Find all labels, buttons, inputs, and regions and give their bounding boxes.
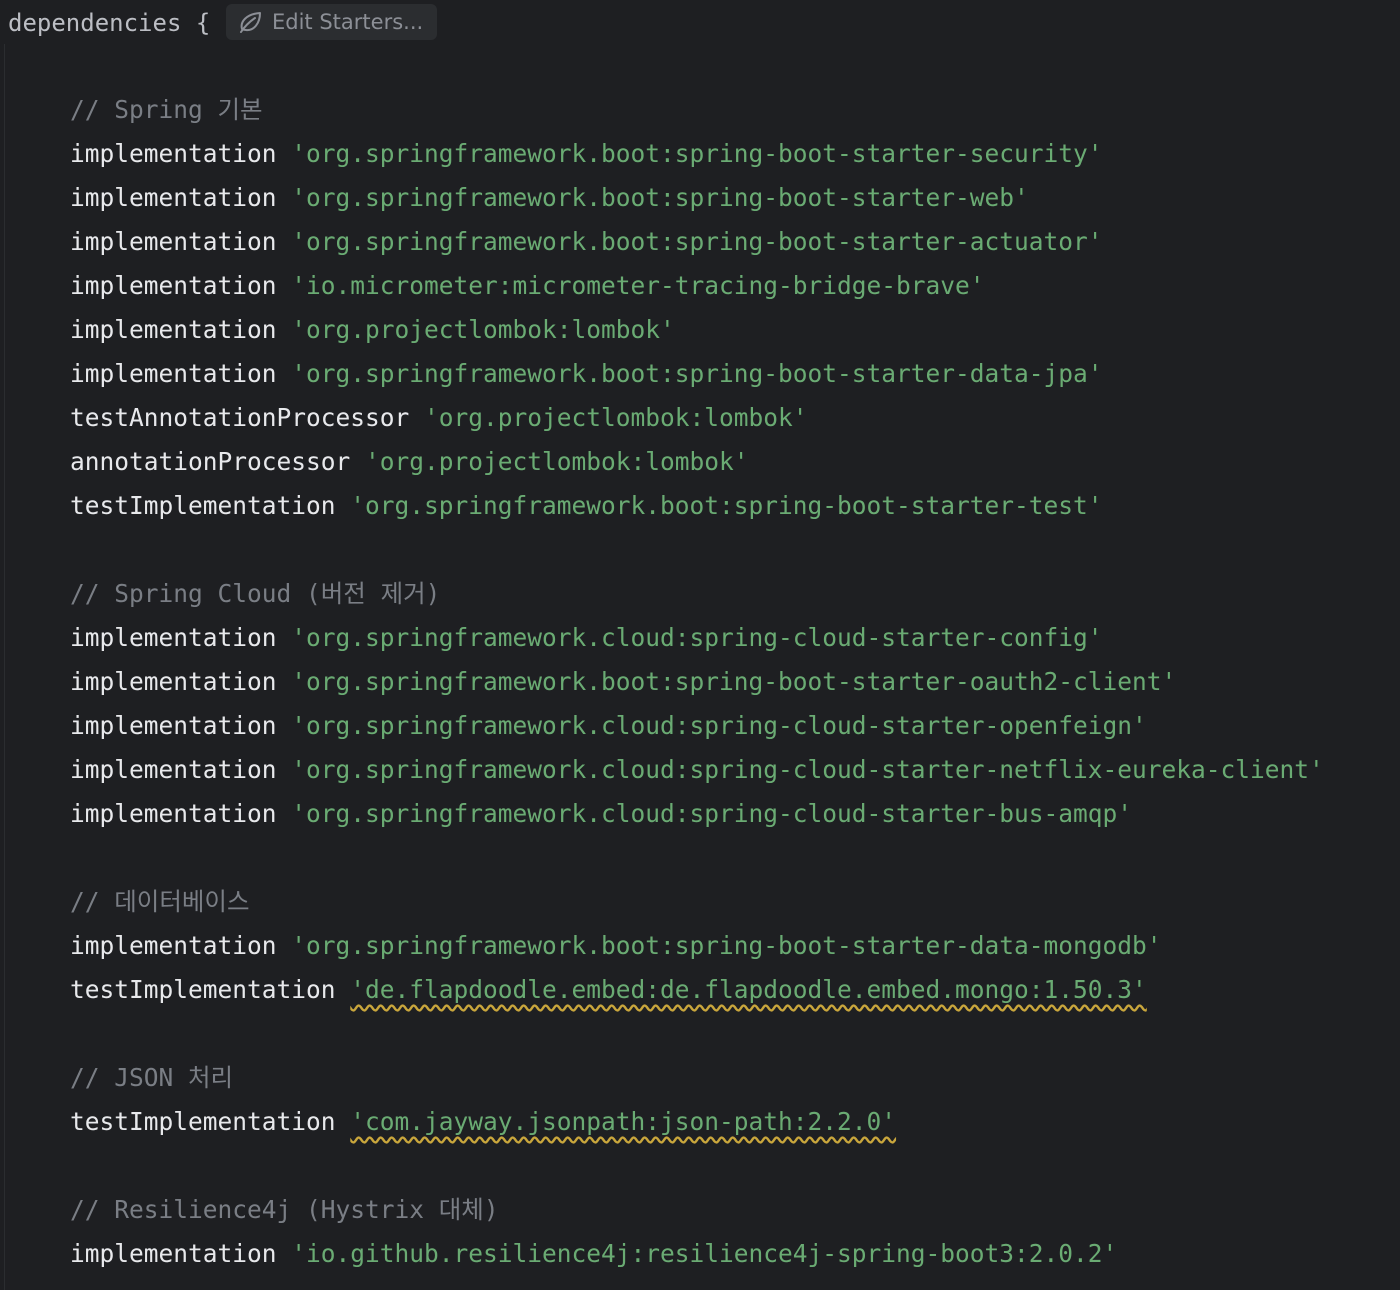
dependency-configuration: annotationProcessor [70,447,351,476]
dependency-line[interactable]: testImplementation 'com.jayway.jsonpath:… [70,1100,1324,1144]
dependency-configuration: implementation [70,667,277,696]
dependency-line[interactable]: implementation 'org.springframework.boot… [70,924,1324,968]
dependency-line[interactable]: implementation 'org.springframework.clou… [70,748,1324,792]
dependency-coordinate: 'org.projectlombok:lombok' [424,403,808,432]
blank-line[interactable] [70,1144,1324,1188]
dependency-line[interactable]: implementation 'org.springframework.clou… [70,616,1324,660]
dependency-coordinate: 'org.springframework.boot:spring-boot-st… [291,359,1103,388]
dependency-coordinate: 'org.springframework.boot:spring-boot-st… [291,227,1103,256]
code-editor-body[interactable]: // Spring 기본 implementation 'org.springfr… [70,88,1324,1276]
dependency-line[interactable]: implementation 'org.projectlombok:lombok… [70,308,1324,352]
dependency-configuration: implementation [70,799,277,828]
dependency-configuration: implementation [70,139,277,168]
dependency-line[interactable]: implementation 'org.springframework.boot… [70,352,1324,396]
comment-text: // Spring 기본 [70,95,263,124]
dependency-coordinate: 'org.springframework.boot:spring-boot-st… [291,931,1162,960]
open-brace: { [195,9,211,37]
dependency-configuration: implementation [70,711,277,740]
dependency-configuration: implementation [70,227,277,256]
dependency-line[interactable]: implementation 'io.micrometer:micrometer… [70,264,1324,308]
dependency-coordinate: 'io.github.resilience4j:resilience4j-spr… [291,1239,1118,1268]
indent-guide [4,44,5,1290]
dependency-configuration: implementation [70,271,277,300]
dependency-line[interactable]: implementation 'org.springframework.boot… [70,660,1324,704]
dependency-configuration: testImplementation [70,975,336,1004]
dependency-coordinate: 'org.springframework.cloud:spring-cloud-… [291,623,1103,652]
dependency-coordinate: 'org.springframework.cloud:spring-cloud-… [291,799,1133,828]
dependency-configuration: implementation [70,315,277,344]
dependency-line[interactable]: testImplementation 'org.springframework.… [70,484,1324,528]
comment-text: // 데이터베이스 [70,887,250,916]
dependency-coordinate: 'org.projectlombok:lombok' [291,315,675,344]
comment-line[interactable]: // Spring 기본 [70,88,1324,132]
dependency-configuration: implementation [70,755,277,784]
comment-line[interactable]: // Spring Cloud (버전 제거) [70,572,1324,616]
spring-leaf-icon [240,12,261,33]
dependencies-block-opener[interactable]: dependencies { [8,8,210,38]
blank-line[interactable] [70,836,1324,880]
dependency-coordinate: 'org.projectlombok:lombok' [365,447,749,476]
dependency-configuration: implementation [70,183,277,212]
dependency-coordinate-warning: 'com.jayway.jsonpath:json-path:2.2.0' [350,1107,897,1136]
dependency-configuration: testAnnotationProcessor [70,403,410,432]
dependency-line[interactable]: implementation 'org.springframework.clou… [70,792,1324,836]
edit-starters-label: Edit Starters... [272,10,424,34]
dependency-configuration: testImplementation [70,491,336,520]
dependency-coordinate: 'org.springframework.cloud:spring-cloud-… [291,755,1324,784]
dependency-line[interactable]: implementation 'org.springframework.clou… [70,704,1324,748]
dependency-configuration: implementation [70,1239,277,1268]
dependency-line[interactable]: implementation 'io.github.resilience4j:r… [70,1232,1324,1276]
comment-text: // JSON 처리 [70,1063,234,1092]
dependency-line[interactable]: testAnnotationProcessor 'org.projectlomb… [70,396,1324,440]
blank-line[interactable] [70,1012,1324,1056]
dependency-line[interactable]: annotationProcessor 'org.projectlombok:l… [70,440,1324,484]
edit-starters-button[interactable]: Edit Starters... [226,4,438,40]
comment-line[interactable]: // 데이터베이스 [70,880,1324,924]
dependency-line[interactable]: implementation 'org.springframework.boot… [70,176,1324,220]
dependency-configuration: implementation [70,931,277,960]
dependency-coordinate: 'org.springframework.boot:spring-boot-st… [291,667,1177,696]
comment-text: // Spring Cloud (버전 제거) [70,579,441,608]
dependency-configuration: testImplementation [70,1107,336,1136]
dependency-coordinate: 'org.springframework.cloud:spring-cloud-… [291,711,1147,740]
dependency-coordinate: 'io.micrometer:micrometer-tracing-bridge… [291,271,985,300]
dependencies-keyword[interactable]: dependencies [8,9,181,37]
dependency-line[interactable]: implementation 'org.springframework.boot… [70,132,1324,176]
dependency-configuration: implementation [70,623,277,652]
comment-line[interactable]: // JSON 처리 [70,1056,1324,1100]
dependency-configuration: implementation [70,359,277,388]
dependency-coordinate-warning: 'de.flapdoodle.embed:de.flapdoodle.embed… [350,975,1147,1004]
blank-line[interactable] [70,528,1324,572]
dependency-line[interactable]: implementation 'org.springframework.boot… [70,220,1324,264]
comment-text: // Resilience4j (Hystrix 대체) [70,1195,499,1224]
comment-line[interactable]: // Resilience4j (Hystrix 대체) [70,1188,1324,1232]
dependency-coordinate: 'org.springframework.boot:spring-boot-st… [350,491,1103,520]
dependency-coordinate: 'org.springframework.boot:spring-boot-st… [291,183,1029,212]
dependency-line[interactable]: testImplementation 'de.flapdoodle.embed:… [70,968,1324,1012]
dependency-coordinate: 'org.springframework.boot:spring-boot-st… [291,139,1103,168]
